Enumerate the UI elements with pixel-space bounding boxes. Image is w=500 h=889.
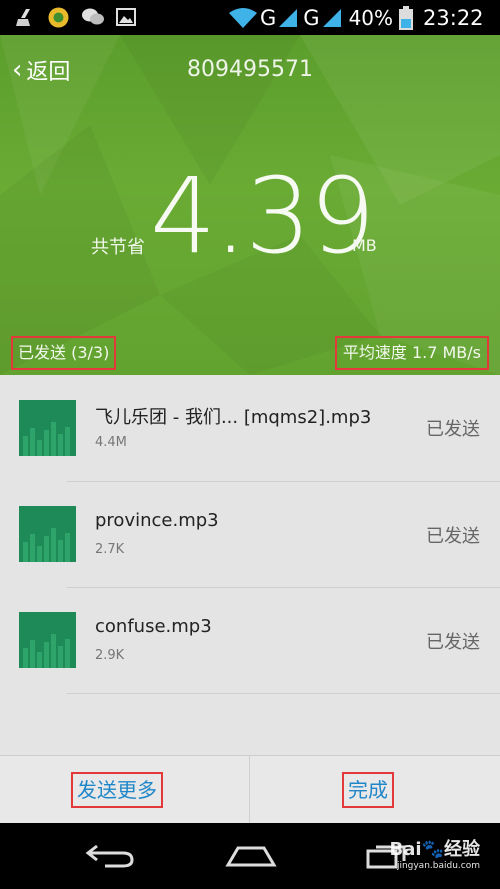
file-size: 2.7K xyxy=(95,542,125,557)
wifi-icon xyxy=(229,7,257,28)
network-type-1: G xyxy=(260,5,277,30)
signal-icon xyxy=(322,8,341,27)
signal-icon xyxy=(279,8,298,27)
saved-value: 4.39 xyxy=(150,155,376,277)
app-icon xyxy=(48,7,69,28)
audio-file-icon xyxy=(19,612,76,668)
home-nav-icon[interactable] xyxy=(224,843,278,871)
file-size: 4.4M xyxy=(95,435,127,450)
network-type-2: G xyxy=(303,5,320,30)
saved-unit: MB xyxy=(352,236,377,255)
page-title: 809495571 xyxy=(187,57,313,82)
done-button[interactable]: 完成 xyxy=(342,772,394,808)
list-item[interactable]: 飞儿乐团 - 我们... [mqms2].mp3 4.4M 已发送 xyxy=(0,375,500,481)
average-speed-label: 平均速度 1.7 MB/s xyxy=(334,336,489,370)
list-item[interactable]: province.mp3 2.7K 已发送 xyxy=(0,482,500,588)
clock: 23:22 xyxy=(423,5,484,30)
file-name: province.mp3 xyxy=(95,510,219,531)
action-bar: 发送更多 完成 xyxy=(0,755,500,824)
send-more-button[interactable]: 发送更多 xyxy=(71,772,163,808)
file-name: 飞儿乐团 - 我们... [mqms2].mp3 xyxy=(95,407,372,428)
file-list: 飞儿乐团 - 我们... [mqms2].mp3 4.4M 已发送 provin… xyxy=(0,375,500,755)
saved-label: 共节省 xyxy=(91,237,145,258)
list-item[interactable]: confuse.mp3 2.9K 已发送 xyxy=(0,588,500,694)
status-bar: G G 40% 23:22 xyxy=(0,0,500,35)
audio-file-icon xyxy=(19,506,76,562)
baidu-watermark-logo: Bai🐾经验 jingyan.baidu.com xyxy=(389,839,480,871)
divider xyxy=(249,756,250,824)
battery-percent: 40% xyxy=(348,5,394,30)
divider xyxy=(67,693,500,694)
sent-count-label: 已发送 (3/3) xyxy=(11,336,117,370)
image-icon xyxy=(116,8,136,26)
file-status: 已发送 xyxy=(426,526,480,547)
broom-icon xyxy=(16,9,30,26)
transfer-summary-header: ‹ 返回 809495571 共节省 4.39 MB 已发送 (3/3) 平均速… xyxy=(0,35,500,375)
battery-icon xyxy=(399,5,414,30)
file-status: 已发送 xyxy=(426,419,480,440)
back-nav-icon[interactable] xyxy=(85,843,135,869)
file-status: 已发送 xyxy=(426,632,480,653)
audio-file-icon xyxy=(19,400,76,456)
file-size: 2.9K xyxy=(95,648,125,663)
wechat-icon xyxy=(82,8,104,25)
file-name: confuse.mp3 xyxy=(95,616,212,637)
